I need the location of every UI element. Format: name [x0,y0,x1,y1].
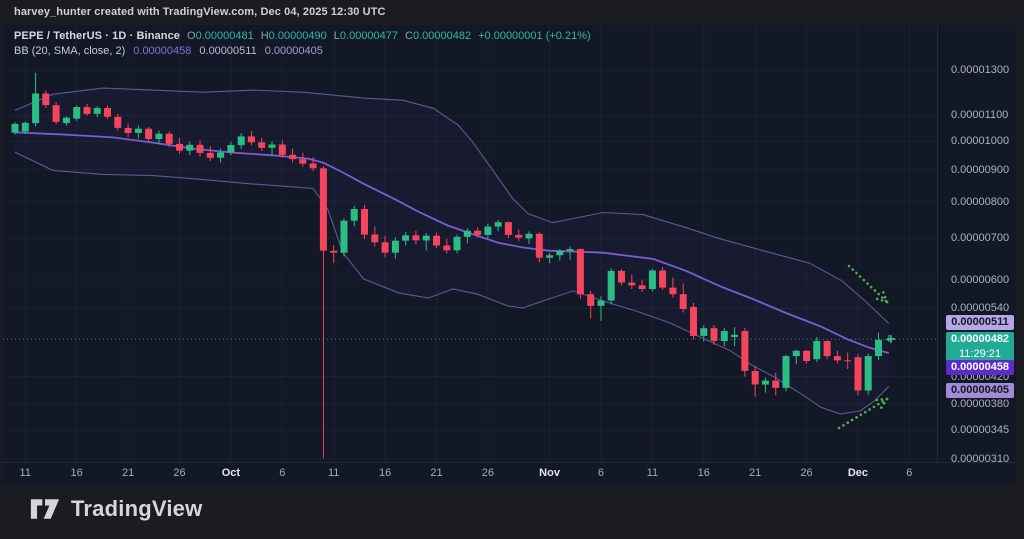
time-tick-label: 16 [71,467,83,479]
price-chart[interactable] [3,25,937,462]
attribution-strip: harvey_hunter created with TradingView.c… [0,0,1024,25]
symbol-title: PEPE / TetherUS · 1D · Binance [14,30,180,42]
candle [855,354,862,395]
price-axis[interactable]: USDT 0.000013000.000011000.000010000.000… [937,25,1017,462]
candle [32,73,39,127]
time-tick-label: 26 [482,467,494,479]
time-tick-month-label: Nov [539,467,560,479]
high-label: H [261,30,269,42]
time-tick-label: 26 [173,467,185,479]
time-tick-label: 16 [379,467,391,479]
time-tick-label: 26 [800,467,812,479]
price-tick-label: 0.00001100 [951,109,1008,121]
time-axis[interactable]: 11 16 21 26 Oct 6 11 16 21 26 Nov 6 11 16 21 26 Dec 6 [3,462,1016,484]
candle [320,166,327,458]
time-tick-label: 16 [698,467,710,479]
price-tick-label: 0.00000380 [951,398,1009,410]
candle [783,355,790,391]
close-label: C [405,30,413,42]
time-tick-label: 21 [430,467,442,479]
candle [741,328,748,377]
candle [330,245,337,263]
footer-bar: TradingView [0,483,1024,539]
price-tick-label: 0.00000345 [951,424,1009,436]
price-tick-label: 0.00000540 [951,302,1009,314]
tradingview-logo[interactable]: TradingView [30,495,202,523]
price-tick-label: 0.00000600 [951,274,1009,286]
time-tick-month-label: Dec [848,467,868,479]
bb-upper-value: 0.00000511 [199,45,256,57]
time-tick-month-label: Oct [222,467,240,479]
price-tick-label: 0.00000800 [951,196,1009,208]
bb-lower-price-badge: 0.00000405 [946,383,1014,398]
price-tick-label: 0.00000700 [951,232,1009,244]
candle [361,205,368,239]
candle [690,303,697,339]
time-tick-label: 6 [906,467,912,479]
time-tick-label: 11 [647,467,658,479]
candle [865,354,872,395]
open-label: O [187,30,196,42]
time-tick-label: 6 [279,467,285,479]
candle [73,105,80,120]
symbol-legend-row: PEPE / TetherUS · 1D · BinanceO0.0000048… [14,29,591,44]
indicator-legend-row[interactable]: BB (20, SMA, close, 2) 0.00000458 0.000005… [14,44,591,59]
low-value: 0.00000477 [340,30,398,42]
candle [53,102,60,124]
close-value: 0.00000482 [413,30,471,42]
high-value: 0.00000490 [269,30,327,42]
tradingview-logo-text: TradingView [71,496,202,522]
time-tick-label: 11 [20,467,31,479]
candle [762,377,769,392]
time-tick-label: 21 [122,467,134,479]
candle [752,366,759,397]
price-tick-label: 0.00000900 [951,164,1009,176]
attribution-text: harvey_hunter created with TradingView.c… [14,6,386,18]
candle [649,269,656,292]
tradingview-logo-icon [30,495,60,523]
chart-legend[interactable]: PEPE / TetherUS · 1D · BinanceO0.0000048… [14,29,591,59]
time-tick-label: 6 [598,467,604,479]
time-tick-label: 11 [328,467,339,479]
bb-basis-price-badge: 0.00000458 [946,360,1014,375]
chart-panel: PEPE / TetherUS · 1D · BinanceO0.0000048… [3,25,1016,483]
candle [341,219,348,257]
current-price-badge: 0.0000048211:29:21 [946,332,1014,362]
candle [587,291,594,318]
bb-indicator-title: BB (20, SMA, close, 2) [14,45,125,57]
change-value: +0.00000001 (+0.21%) [478,30,591,42]
candle [608,268,615,304]
time-tick-label: 21 [749,467,761,479]
open-value: 0.00000481 [196,30,254,42]
bb-lower-value: 0.00000405 [265,45,323,57]
price-tick-label: 0.00001000 [951,135,1009,147]
bb-upper-price-badge: 0.00000511 [946,315,1014,330]
price-tick-label: 0.00001300 [951,64,1009,76]
bb-basis-value: 0.00000458 [133,45,191,57]
candle [577,248,584,298]
